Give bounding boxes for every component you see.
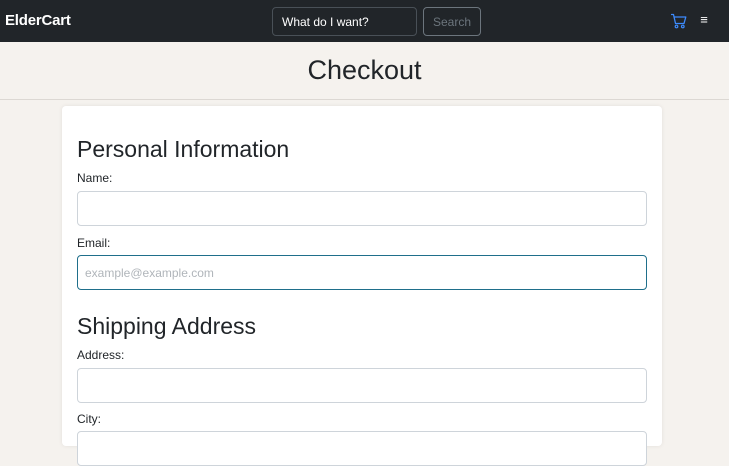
checkout-form-card: Personal Information Name: Email: Shippi… <box>62 106 662 466</box>
search-input[interactable] <box>272 7 417 36</box>
page-header: Checkout <box>0 42 729 100</box>
name-label: Name: <box>77 171 113 185</box>
top-navbar: ElderCart Search ≡ <box>0 0 729 42</box>
city-label: City: <box>77 412 101 426</box>
search-button[interactable]: Search <box>423 7 481 36</box>
page-title: Checkout <box>307 55 422 85</box>
brand-logo[interactable]: ElderCart <box>5 12 71 29</box>
cart-icon[interactable] <box>670 13 687 29</box>
address-field[interactable] <box>77 368 647 403</box>
menu-icon[interactable]: ≡ <box>698 12 710 28</box>
email-label: Email: <box>77 236 111 250</box>
email-field[interactable] <box>77 255 647 290</box>
address-label: Address: <box>77 348 125 362</box>
shipping-address-heading: Shipping Address <box>77 313 257 339</box>
personal-information-heading: Personal Information <box>77 136 290 162</box>
name-field[interactable] <box>77 191 647 226</box>
city-field[interactable] <box>77 431 647 466</box>
